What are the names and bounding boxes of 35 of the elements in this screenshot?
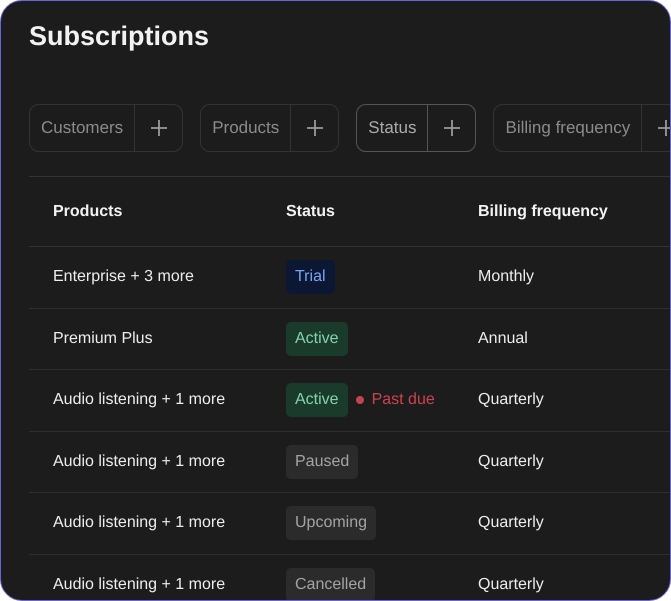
filter-label: Products xyxy=(211,117,280,140)
filter-chip[interactable]: Status xyxy=(356,104,476,152)
billing-cell: Quarterly xyxy=(478,576,544,593)
filter-label: Status xyxy=(367,117,418,140)
plus-icon[interactable] xyxy=(150,119,168,137)
filter-label: Customers xyxy=(40,117,124,140)
billing-cell: Quarterly xyxy=(478,452,544,470)
billing-cell: Monthly xyxy=(478,268,534,286)
status-badge: Upcoming xyxy=(286,506,376,540)
filter-chip[interactable]: Products xyxy=(200,104,340,152)
status-badge: Active xyxy=(286,322,348,356)
billing-cell: Annual xyxy=(478,330,528,347)
filter-label: Billing frequency xyxy=(504,117,632,140)
column-header: Billing frequency xyxy=(478,202,608,220)
product-cell: Audio listening + 1 more xyxy=(53,514,226,532)
plus-icon[interactable] xyxy=(442,119,461,137)
status-badge: Cancelled xyxy=(286,568,376,600)
billing-cell: Quarterly xyxy=(478,514,544,532)
status-badge: Active xyxy=(286,383,348,418)
billing-cell: Quarterly xyxy=(478,391,544,408)
alert-label: Past due xyxy=(372,390,435,410)
page-title: Subscriptions xyxy=(29,20,210,53)
filter-chip[interactable]: Customers xyxy=(29,104,184,152)
product-cell: Audio listening + 1 more xyxy=(53,391,226,408)
column-header: Products xyxy=(53,202,122,220)
product-cell: Premium Plus xyxy=(53,330,153,347)
plus-icon[interactable] xyxy=(656,119,670,137)
product-cell: Audio listening + 1 more xyxy=(53,452,226,470)
column-header: Status xyxy=(286,202,335,220)
status-badge: Paused xyxy=(286,444,358,479)
status-badge: Trial xyxy=(286,260,335,294)
filter-chip[interactable]: Billing frequency xyxy=(493,104,670,152)
plus-icon[interactable] xyxy=(306,119,324,137)
product-cell: Audio listening + 1 more xyxy=(53,576,226,593)
product-cell: Enterprise + 3 more xyxy=(53,268,194,286)
